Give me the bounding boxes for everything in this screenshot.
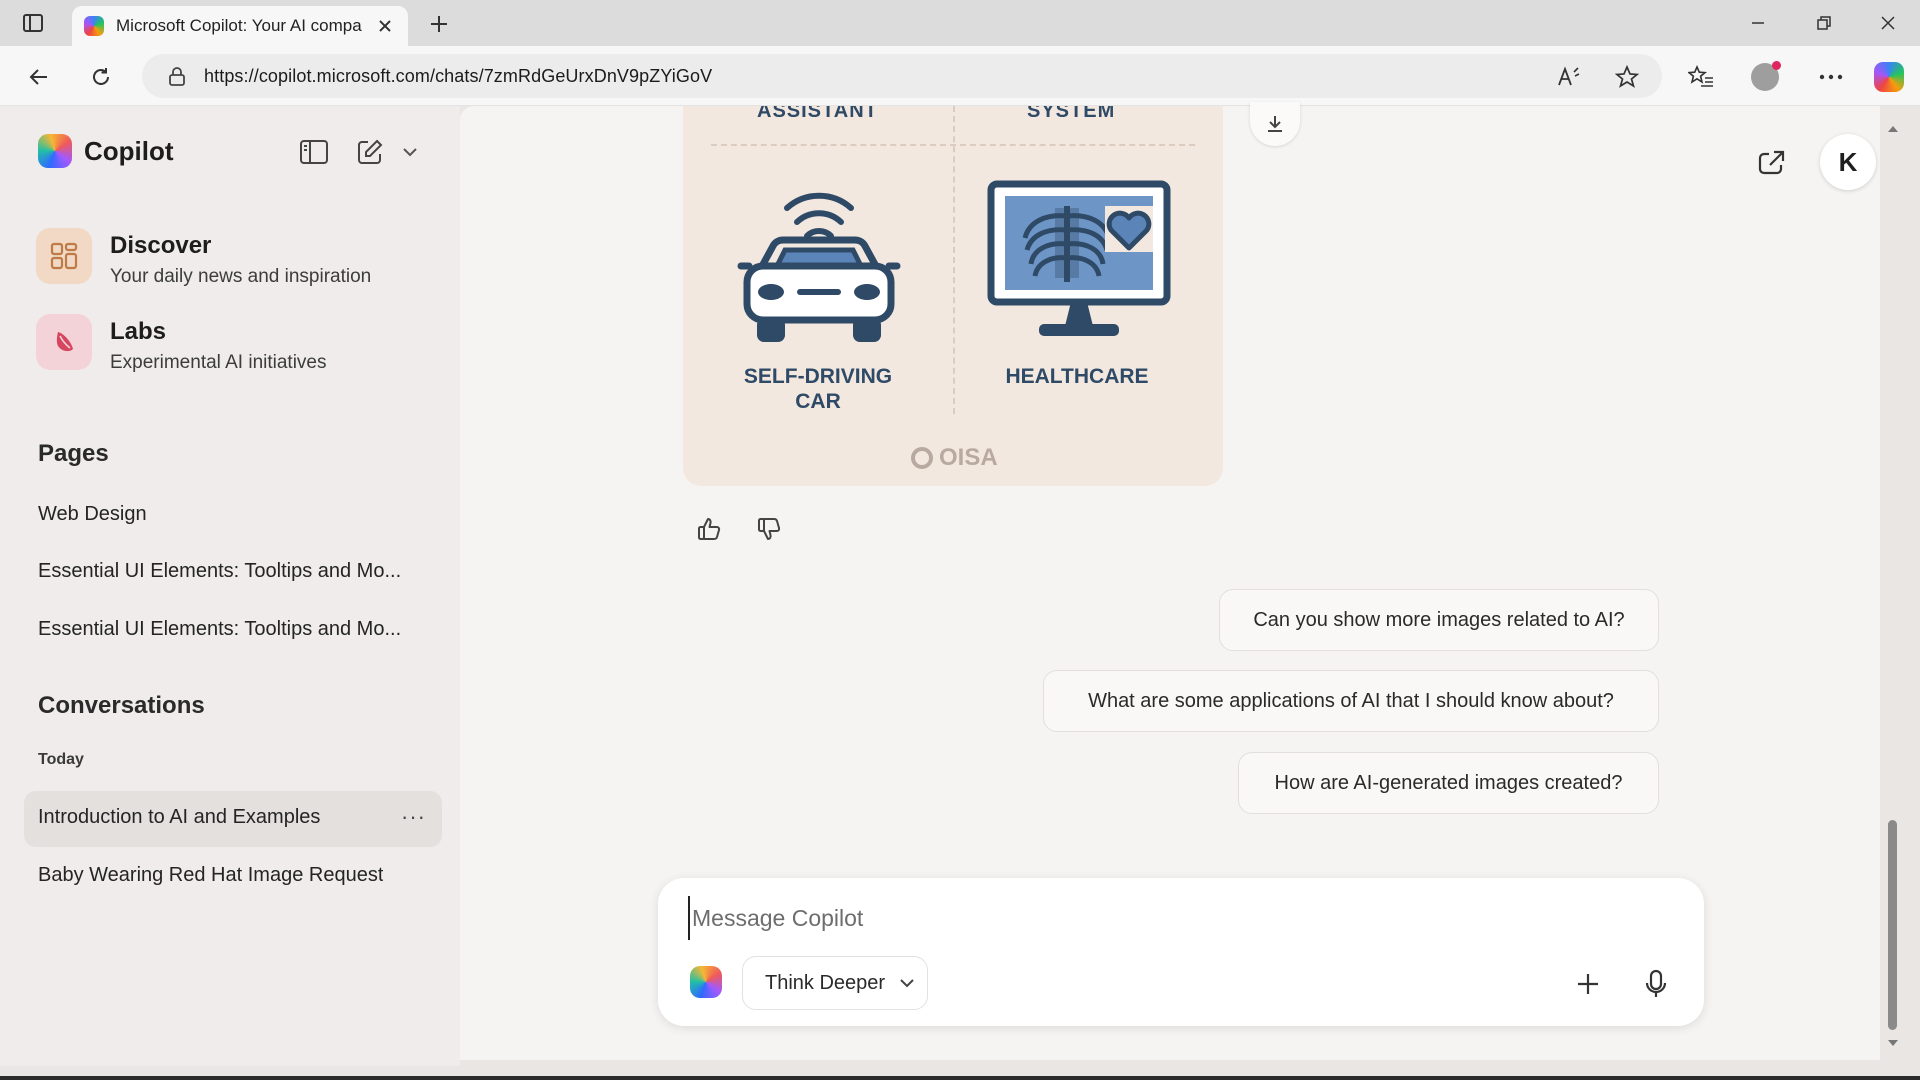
- toggle-sidebar-button[interactable]: [296, 134, 332, 170]
- download-icon: [1268, 116, 1282, 132]
- add-attachment-button[interactable]: [1568, 964, 1608, 1004]
- window-bottom-edge: [0, 1076, 1920, 1080]
- close-icon: [1881, 16, 1895, 30]
- self-driving-car-icon: [737, 192, 901, 342]
- scroll-up-arrow-icon: [1888, 126, 1898, 132]
- thumbs-up-button[interactable]: [692, 512, 726, 546]
- share-icon: [1758, 150, 1785, 175]
- star-icon: [1615, 65, 1639, 88]
- favorites-button[interactable]: [1684, 60, 1718, 94]
- image-caption-healthcare: HEALTHCARE: [1005, 365, 1149, 388]
- discover-subtitle: Your daily news and inspiration: [110, 266, 372, 287]
- page-item-essential-ui-2[interactable]: Essential UI Elements: Tooltips and Mo..…: [38, 618, 401, 641]
- favorites-list-icon: [1688, 65, 1713, 87]
- image-label-system: SYSTEM: [1027, 106, 1116, 122]
- discover-grid-icon: [36, 228, 92, 284]
- new-chat-button[interactable]: [352, 134, 388, 170]
- tab-actions-icon: [23, 14, 43, 32]
- share-button[interactable]: [1752, 142, 1792, 182]
- thumbs-down-button[interactable]: [752, 512, 786, 546]
- page-item-web-design[interactable]: Web Design: [38, 503, 147, 526]
- minimize-window-button[interactable]: [1730, 4, 1786, 42]
- new-tab-button[interactable]: [422, 9, 456, 39]
- profile-button[interactable]: [1748, 60, 1782, 94]
- address-bar-row: https://copilot.microsoft.com/chats/7zmR…: [0, 46, 1920, 106]
- close-window-button[interactable]: [1860, 4, 1916, 42]
- user-avatar-button[interactable]: K: [1820, 134, 1876, 190]
- discover-link[interactable]: Discover Your daily news and inspiration: [36, 228, 371, 288]
- refresh-icon: [93, 68, 109, 85]
- mode-label: Think Deeper: [765, 971, 886, 994]
- more-horizontal-icon: [1819, 74, 1843, 80]
- copilot-favicon-icon: [84, 16, 104, 36]
- browser-tab-active[interactable]: Microsoft Copilot: Your AI compa: [72, 6, 408, 46]
- new-chat-options-button[interactable]: [398, 134, 422, 170]
- page-item-essential-ui-1[interactable]: Essential UI Elements: Tooltips and Mo..…: [38, 560, 401, 583]
- plus-icon: [431, 16, 447, 32]
- mode-selector-button[interactable]: Think Deeper: [742, 956, 928, 1010]
- sidebar: Copilot Discover Your daily news and ins…: [0, 106, 460, 1066]
- settings-more-button[interactable]: [1814, 60, 1848, 94]
- discover-title: Discover: [110, 232, 212, 259]
- copilot-logo-icon: [690, 966, 722, 998]
- image-caption-self-driving: SELF-DRIVING CAR: [743, 365, 893, 413]
- labs-flask-icon: [36, 314, 92, 370]
- back-button[interactable]: [22, 60, 56, 94]
- compose-icon: [358, 139, 383, 164]
- microphone-icon: [1645, 969, 1667, 997]
- url-field[interactable]: https://copilot.microsoft.com/chats/7zmR…: [142, 54, 1662, 98]
- close-icon: [379, 20, 391, 32]
- conversation-more-button[interactable]: ···: [401, 806, 426, 828]
- plus-icon: [1578, 974, 1598, 994]
- conversations-heading: Conversations: [38, 692, 205, 719]
- chevron-down-icon: [403, 148, 417, 157]
- microphone-button[interactable]: [1636, 964, 1676, 1004]
- scroll-down-arrow-icon: [1888, 1040, 1898, 1046]
- healthcare-monitor-icon: [987, 180, 1171, 336]
- message-input[interactable]: [688, 896, 1648, 940]
- suggestion-how-created[interactable]: How are AI-generated images created?: [1238, 752, 1659, 814]
- message-composer: Think Deeper: [658, 878, 1704, 1026]
- sidebar-panel-icon: [300, 140, 328, 164]
- thumbs-down-icon: [758, 518, 781, 540]
- tab-title: Microsoft Copilot: Your AI compa: [116, 16, 362, 35]
- suggestion-applications[interactable]: What are some applications of AI that I …: [1043, 670, 1659, 732]
- brand[interactable]: Copilot: [38, 134, 174, 168]
- image-watermark-logo: OISA: [911, 444, 998, 472]
- labs-subtitle: Experimental AI initiatives: [110, 352, 327, 373]
- favorite-star-button[interactable]: [1614, 64, 1640, 90]
- copilot-logo-icon: [38, 134, 72, 168]
- ring-logo-icon: [911, 447, 933, 469]
- brand-name: Copilot: [84, 135, 174, 166]
- refresh-button[interactable]: [84, 60, 118, 94]
- profile-avatar-icon: [1751, 61, 1781, 91]
- labs-title: Labs: [110, 318, 167, 345]
- copilot-extension-button[interactable]: [1872, 60, 1906, 94]
- tab-close-button[interactable]: [374, 15, 396, 37]
- thumbs-up-icon: [698, 518, 721, 540]
- pages-heading: Pages: [38, 440, 109, 467]
- arrow-left-icon: [29, 69, 47, 85]
- image-label-assistant: ASSISTANT: [757, 106, 878, 122]
- scrollbar-thumb[interactable]: [1888, 820, 1897, 1030]
- chat-scrollbar[interactable]: [1880, 120, 1906, 1060]
- url-text: https://copilot.microsoft.com/chats/7zmR…: [204, 65, 713, 86]
- tab-actions-button[interactable]: [12, 8, 54, 38]
- suggestion-more-images[interactable]: Can you show more images related to AI?: [1219, 589, 1659, 651]
- lock-icon: [169, 67, 185, 86]
- restore-icon: [1817, 16, 1831, 30]
- browser-tab-bar: Microsoft Copilot: Your AI compa: [0, 0, 1920, 46]
- read-aloud-icon: [1558, 66, 1580, 86]
- read-aloud-button[interactable]: [1556, 64, 1582, 90]
- conversation-item-intro-ai[interactable]: Introduction to AI and Examples: [38, 806, 320, 829]
- generated-image[interactable]: ASSISTANT SYSTEM SELF-DRIVING CAR HEALTH…: [683, 106, 1223, 486]
- chevron-down-icon: [899, 978, 915, 988]
- minimize-icon: [1752, 22, 1764, 24]
- copilot-icon: [1874, 62, 1904, 92]
- labs-link[interactable]: Labs Experimental AI initiatives: [36, 314, 327, 374]
- conversation-item-baby-red-hat[interactable]: Baby Wearing Red Hat Image Request: [38, 864, 383, 887]
- image-divider-vertical: [953, 106, 955, 414]
- restore-window-button[interactable]: [1796, 4, 1852, 42]
- today-label: Today: [38, 751, 84, 768]
